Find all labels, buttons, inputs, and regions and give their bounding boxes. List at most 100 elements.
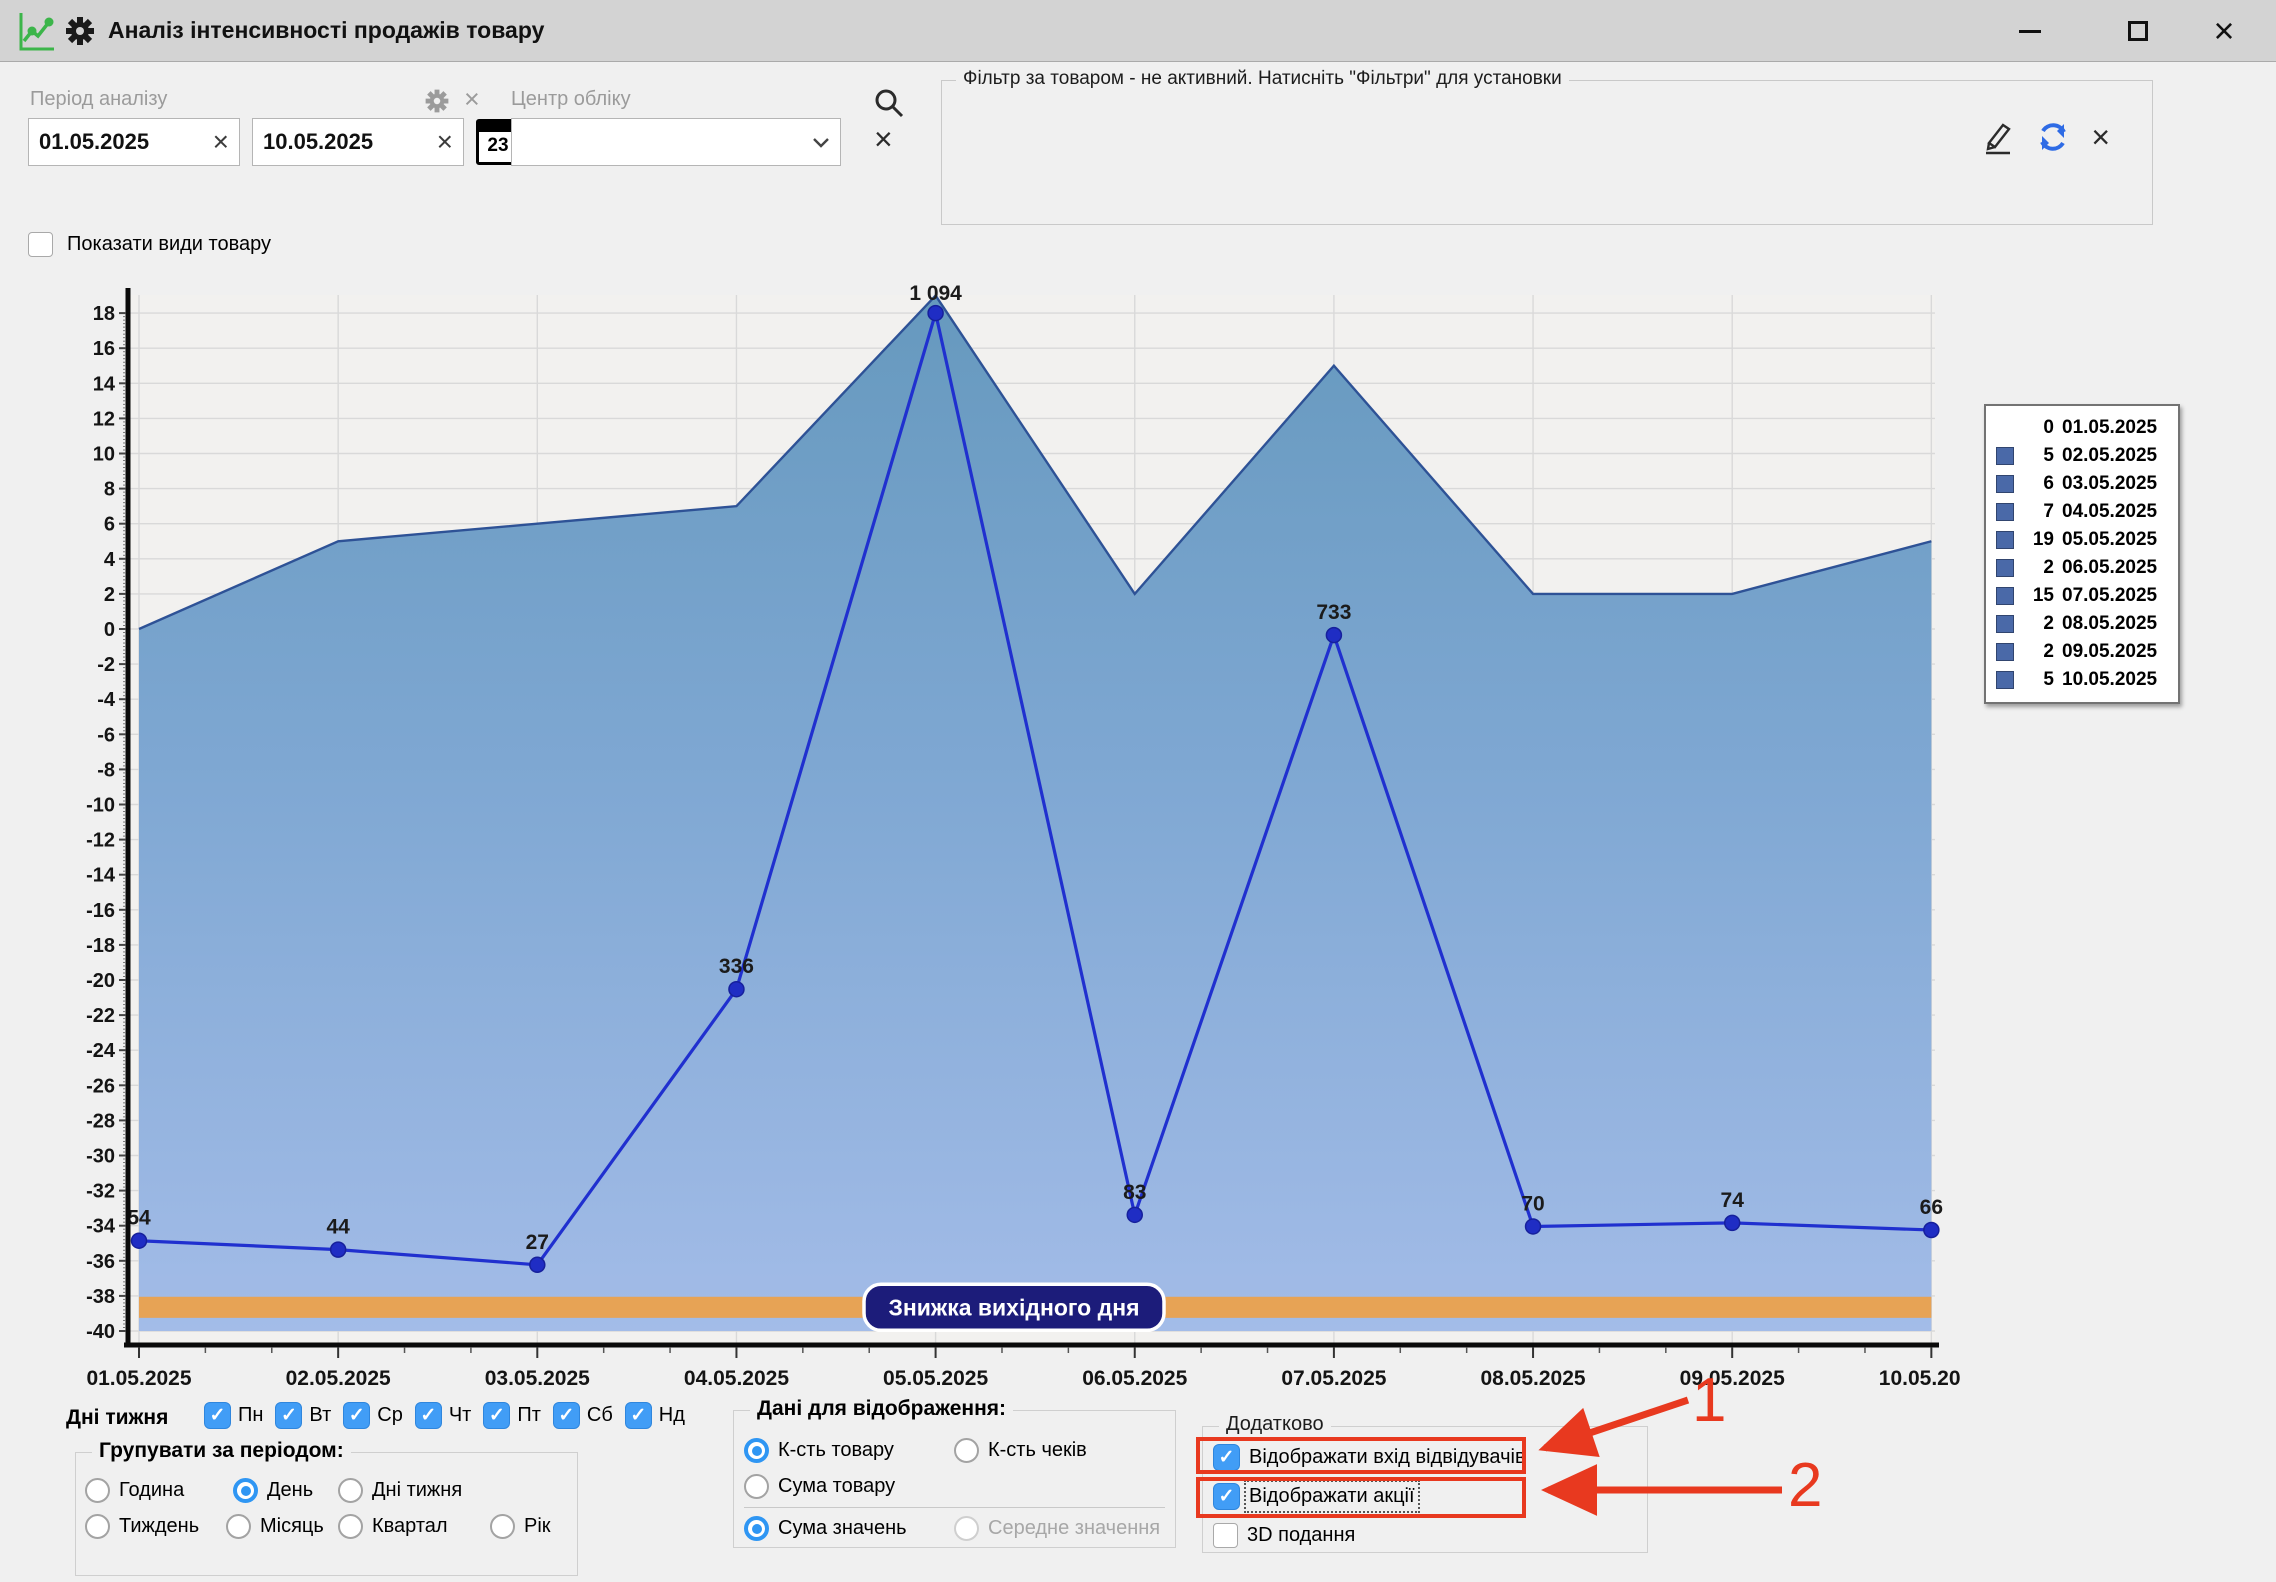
radio-option[interactable]: Квартал xyxy=(338,1513,448,1540)
product-filter-groupbox: Фільтр за товаром - не активний. Натисні… xyxy=(941,80,2153,225)
weekday-checkbox[interactable]: ✓ xyxy=(625,1402,652,1429)
radio-option[interactable]: К-сть чеків xyxy=(954,1437,1087,1464)
weekday-item[interactable]: ✓Пт xyxy=(483,1402,541,1429)
weekday-item[interactable]: ✓Ср xyxy=(343,1402,403,1429)
radio-button[interactable] xyxy=(85,1478,110,1503)
legend-value: 5 xyxy=(2022,445,2054,467)
radio-button[interactable] xyxy=(744,1474,769,1499)
weekday-item[interactable]: ✓Вт xyxy=(275,1402,331,1429)
refresh-icon[interactable] xyxy=(2035,119,2071,155)
chevron-down-icon xyxy=(812,137,830,148)
y-tick-label: 4 xyxy=(104,549,116,571)
radio-option[interactable]: День xyxy=(233,1477,313,1504)
filter-status-text: Фільтр за товаром - не активний. Натисні… xyxy=(956,68,1569,90)
extra-option[interactable]: 3D подання xyxy=(1213,1522,1355,1549)
radio-option[interactable]: К-сть товару xyxy=(744,1437,894,1464)
weekday-checkbox[interactable]: ✓ xyxy=(275,1402,302,1429)
weekday-checkbox[interactable]: ✓ xyxy=(343,1402,370,1429)
y-tick-label: -18 xyxy=(86,935,115,957)
data-point-marker[interactable] xyxy=(132,1233,147,1248)
weekday-checkbox[interactable]: ✓ xyxy=(415,1402,442,1429)
legend-value: 2 xyxy=(2022,557,2054,579)
radio-button[interactable] xyxy=(85,1514,110,1539)
data-point-marker[interactable] xyxy=(1526,1219,1541,1234)
weekday-item[interactable]: ✓Нд xyxy=(625,1402,685,1429)
radio-button[interactable] xyxy=(338,1514,363,1539)
edit-pencil-icon[interactable] xyxy=(1979,119,2015,155)
x-tick-label: 08.05.2025 xyxy=(1480,1367,1585,1390)
extra-checkbox[interactable] xyxy=(1213,1523,1238,1548)
weekday-checkbox[interactable]: ✓ xyxy=(483,1402,510,1429)
radio-button[interactable] xyxy=(744,1438,769,1463)
filter-clear-icon[interactable]: × xyxy=(2091,122,2110,152)
close-button[interactable]: × xyxy=(2192,0,2256,62)
weekday-item[interactable]: ✓Пн xyxy=(204,1402,263,1429)
radio-option: Середне значення xyxy=(954,1515,1160,1542)
weekday-item[interactable]: ✓Чт xyxy=(415,1402,472,1429)
data-point-marker[interactable] xyxy=(1924,1223,1939,1238)
period-settings-gear-icon[interactable] xyxy=(424,88,450,114)
center-clear-icon[interactable]: × xyxy=(874,124,893,154)
weekday-item[interactable]: ✓Сб xyxy=(553,1402,613,1429)
weekdays-checkbox-row: ✓Пн ✓Вт ✓Ср ✓Чт ✓Пт ✓Сб ✓Нд xyxy=(204,1402,685,1429)
radio-button[interactable] xyxy=(490,1514,515,1539)
period-clear-icon[interactable]: × xyxy=(464,84,480,115)
data-point-marker[interactable] xyxy=(530,1257,545,1272)
radio-option[interactable]: Рік xyxy=(490,1513,551,1540)
legend-square xyxy=(1996,475,2014,493)
radio-button[interactable] xyxy=(744,1516,769,1541)
data-point-marker[interactable] xyxy=(1326,628,1341,643)
search-icon[interactable] xyxy=(872,86,906,120)
radio-label: Квартал xyxy=(372,1515,448,1538)
date-to-clear-icon[interactable]: × xyxy=(437,132,453,152)
radio-option[interactable]: Місяць xyxy=(226,1513,324,1540)
radio-option[interactable]: Година xyxy=(85,1477,184,1504)
y-tick-label: -14 xyxy=(86,865,116,887)
maximize-button[interactable] xyxy=(2106,0,2170,62)
data-point-label: 1 094 xyxy=(909,282,962,305)
x-tick-label: 02.05.2025 xyxy=(286,1367,391,1390)
data-point-marker[interactable] xyxy=(928,306,943,321)
data-point-marker[interactable] xyxy=(1127,1207,1142,1222)
radio-button[interactable] xyxy=(954,1438,979,1463)
radio-option[interactable]: Тиждень xyxy=(85,1513,199,1540)
weekday-checkbox[interactable]: ✓ xyxy=(553,1402,580,1429)
legend-row: 001.05.2025 xyxy=(1996,414,2170,442)
radio-button[interactable] xyxy=(226,1514,251,1539)
legend-date: 01.05.2025 xyxy=(2062,417,2157,439)
title-bar: Аналіз інтенсивності продажів товару × xyxy=(0,0,2276,62)
sales-intensity-chart[interactable]: Знижка вихідного дня5444273361 094837337… xyxy=(60,280,1960,1390)
settings-gear-icon[interactable] xyxy=(64,15,96,47)
radio-button[interactable] xyxy=(233,1478,258,1503)
y-tick-label: 14 xyxy=(93,373,116,395)
data-point-marker[interactable] xyxy=(1725,1215,1740,1230)
legend-date: 02.05.2025 xyxy=(2062,445,2157,467)
app-window: Аналіз інтенсивності продажів товару × П… xyxy=(0,0,2276,1582)
radio-label: Рік xyxy=(524,1515,551,1538)
legend-row: 603.05.2025 xyxy=(1996,470,2170,498)
legend-date: 05.05.2025 xyxy=(2062,529,2157,551)
accounting-center-combo[interactable] xyxy=(511,118,841,166)
minimize-button[interactable] xyxy=(1998,0,2062,62)
data-point-marker[interactable] xyxy=(331,1242,346,1257)
radio-button[interactable] xyxy=(338,1478,363,1503)
radio-option[interactable]: Сума значень xyxy=(744,1515,907,1542)
annotation-rect-2 xyxy=(1196,1477,1526,1518)
radio-option[interactable]: Дні тижня xyxy=(338,1477,462,1504)
date-from-field[interactable]: 01.05.2025 × xyxy=(28,118,240,166)
y-tick-label: 8 xyxy=(104,479,115,501)
legend-square xyxy=(1996,643,2014,661)
show-product-types-checkbox[interactable] xyxy=(28,232,53,257)
date-to-field[interactable]: 10.05.2025 × xyxy=(252,118,464,166)
radio-label: Година xyxy=(119,1479,184,1502)
date-from-value: 01.05.2025 xyxy=(39,129,213,155)
radio-label: Дні тижня xyxy=(372,1479,462,1502)
show-product-types-row[interactable]: Показати види товару xyxy=(28,232,271,257)
y-tick-label: -4 xyxy=(97,689,116,711)
radio-option[interactable]: Сума товару xyxy=(744,1473,895,1500)
y-tick-label: 16 xyxy=(93,338,115,360)
data-point-marker[interactable] xyxy=(729,982,744,997)
weekday-checkbox[interactable]: ✓ xyxy=(204,1402,231,1429)
date-from-clear-icon[interactable]: × xyxy=(213,132,229,152)
legend-value: 15 xyxy=(2022,585,2054,607)
